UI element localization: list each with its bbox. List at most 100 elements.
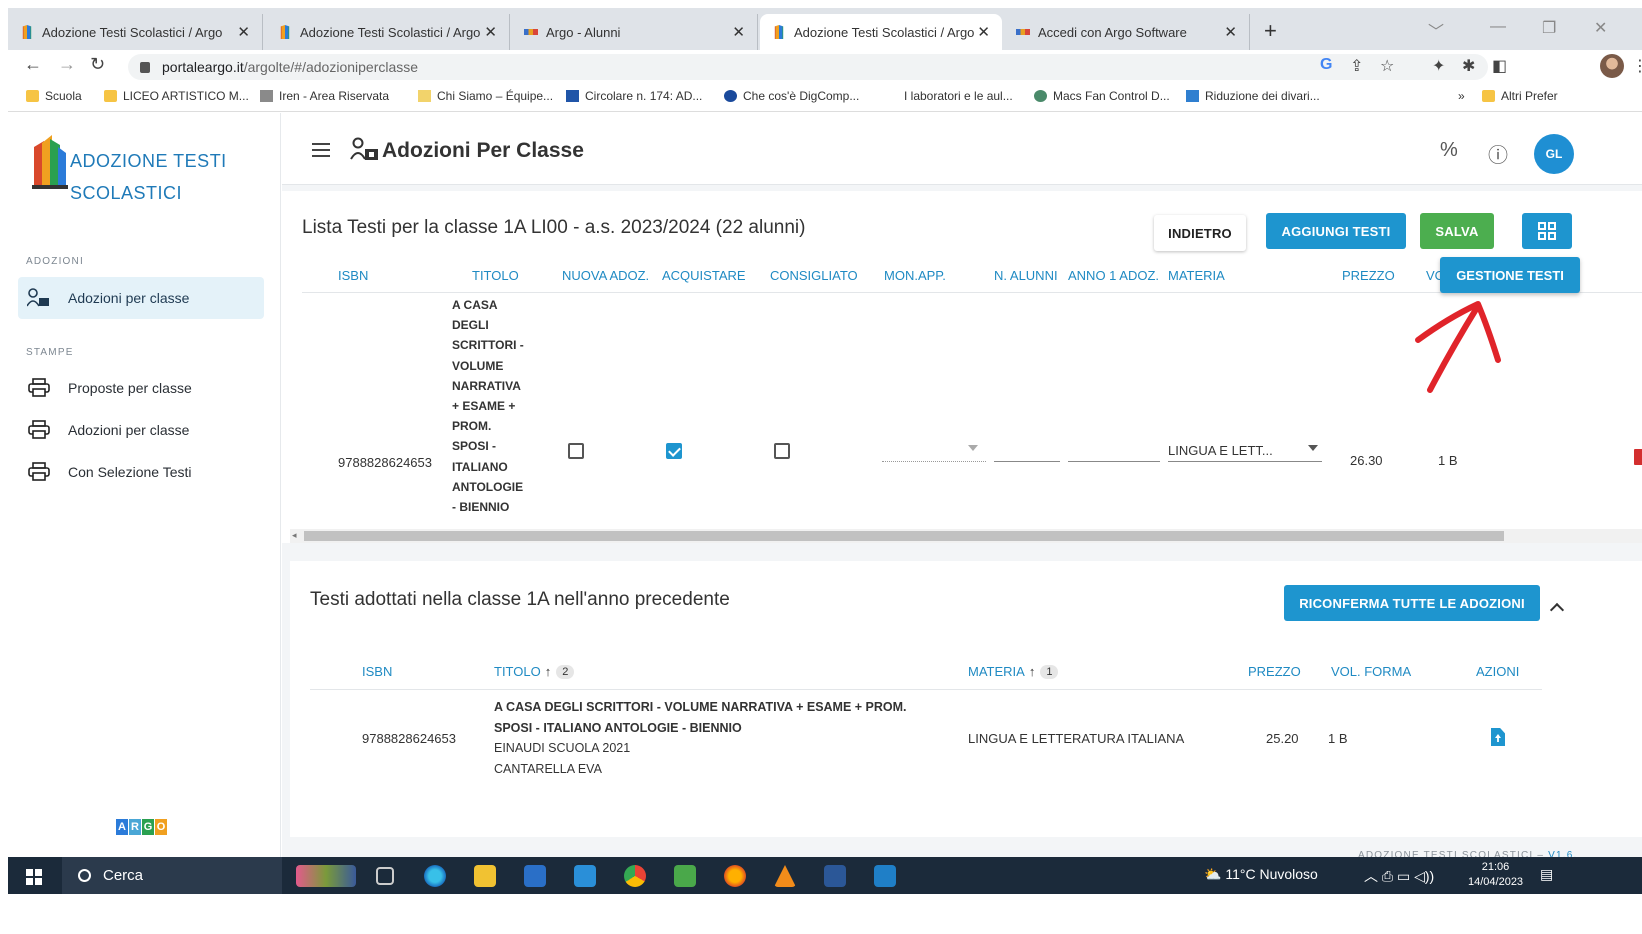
browser-tab-2[interactable]: Adozione Testi Scolastici / Argo ✕	[266, 14, 510, 50]
sidepanel-icon[interactable]: ◧	[1492, 56, 1507, 76]
menu-icon[interactable]	[312, 143, 330, 157]
browser-tab-1[interactable]: Adozione Testi Scolastici / Argo ✕	[8, 14, 263, 50]
edge-icon[interactable]	[424, 865, 446, 887]
close-tab-icon[interactable]: ✕	[1224, 23, 1237, 41]
col-anno-1-adoz[interactable]: ANNO 1 ADOZ.	[1068, 268, 1159, 283]
word-icon[interactable]	[824, 865, 846, 887]
percent-icon[interactable]: %	[1440, 139, 1458, 162]
col2-isbn[interactable]: ISBN	[362, 664, 392, 679]
puzzle-icon[interactable]: ✱	[1462, 56, 1475, 76]
bookmark-riduzione[interactable]: Riduzione dei divari...	[1186, 89, 1320, 103]
col-mon-app[interactable]: MON.APP.	[884, 268, 946, 283]
anno-adoz-input[interactable]	[1068, 461, 1160, 462]
maximize-icon[interactable]: ❐	[1542, 18, 1556, 38]
grid-view-button[interactable]	[1522, 213, 1572, 249]
app-icon[interactable]	[674, 865, 696, 887]
col2-materia[interactable]: MATERIA ↑ 1	[968, 664, 1059, 679]
riconferma-button[interactable]: RICONFERMA TUTTE LE ADOZIONI	[1284, 585, 1540, 621]
col-nuova-adoz[interactable]: NUOVA ADOZ.	[562, 268, 649, 283]
store-icon[interactable]	[524, 865, 546, 887]
taskbar-search[interactable]: Cerca	[62, 857, 282, 894]
task-view-icon[interactable]	[376, 867, 394, 885]
scrollbar-thumb[interactable]	[304, 531, 1504, 541]
reconfirm-document-icon[interactable]	[1491, 728, 1505, 746]
row-isbn: 9788828624653	[338, 455, 432, 470]
acquistare-checkbox[interactable]	[666, 443, 682, 459]
bookmark-circolare[interactable]: Circolare n. 174: AD...	[566, 89, 702, 103]
notification-icon[interactable]: ▤	[1540, 866, 1553, 883]
bookmark-chi-siamo[interactable]: Chi Siamo – Équipe...	[418, 89, 553, 103]
col-isbn[interactable]: ISBN	[338, 268, 368, 283]
extension-icon[interactable]: ✦	[1432, 56, 1445, 76]
col-consigliato[interactable]: CONSIGLIATO	[770, 268, 858, 283]
bookmark-liceo[interactable]: LICEO ARTISTICO M...	[104, 89, 249, 103]
firefox-icon[interactable]	[724, 865, 746, 887]
screenshot-frame: Adozione Testi Scolastici / Argo ✕ Adozi…	[8, 8, 1642, 934]
tray-icons[interactable]: ︿ ⎙ ▭ ◁))	[1364, 866, 1434, 886]
delete-icon[interactable]	[1634, 449, 1642, 465]
minimize-icon[interactable]: —	[1490, 18, 1506, 36]
browser-tab-5[interactable]: Accedi con Argo Software ✕	[1004, 14, 1250, 50]
aggiungi-testi-button[interactable]: AGGIUNGI TESTI	[1266, 213, 1406, 249]
col2-titolo[interactable]: TITOLO ↑ 2	[494, 664, 575, 679]
back-icon[interactable]: ←	[24, 54, 42, 75]
forward-icon[interactable]: →	[58, 54, 76, 75]
indietro-button[interactable]: INDIETRO	[1154, 215, 1246, 251]
browser-tab-active[interactable]: Adozione Testi Scolastici / Argo ✕	[760, 14, 1002, 50]
scroll-left-icon[interactable]: ◂	[292, 530, 297, 541]
windows-start-icon[interactable]	[26, 869, 42, 885]
taskbar-clock[interactable]: 21:06 14/04/2023	[1468, 860, 1523, 890]
materia-select-value[interactable]: LINGUA E LETT...	[1168, 443, 1273, 458]
close-window-icon[interactable]: ✕	[1594, 18, 1607, 38]
bookmarks-overflow[interactable]: »	[1458, 89, 1465, 103]
tab-search-icon[interactable]: ﹀	[1428, 18, 1444, 42]
bookmark-altri[interactable]: Altri Prefer	[1482, 89, 1558, 103]
n-alunni-input[interactable]	[994, 461, 1060, 462]
sidebar-item-proposte-per-classe[interactable]: Proposte per classe	[18, 367, 264, 409]
browser-tab-3[interactable]: Argo - Alunni ✕	[512, 14, 758, 50]
col2-vol-forma[interactable]: VOL. FORMA	[1331, 664, 1411, 679]
new-tab-icon[interactable]: +	[1264, 18, 1277, 44]
reload-icon[interactable]: ↻	[90, 54, 105, 75]
sidebar-item-con-selezione-testi[interactable]: Con Selezione Testi	[18, 451, 264, 493]
col-n-alunni[interactable]: N. ALUNNI	[994, 268, 1058, 283]
user-avatar[interactable]: GL	[1534, 134, 1574, 174]
google-icon[interactable]: G	[1320, 56, 1332, 74]
bookmark-digcomp[interactable]: Che cos'è DigComp...	[724, 89, 859, 103]
mon-app-select[interactable]	[882, 461, 986, 462]
bookmark-star-icon[interactable]: ☆	[1380, 56, 1394, 76]
nuova-adoz-checkbox[interactable]	[568, 443, 584, 459]
mail-icon[interactable]	[574, 865, 596, 887]
col-materia[interactable]: MATERIA	[1168, 268, 1225, 283]
bookmark-macs[interactable]: Macs Fan Control D...	[1034, 89, 1170, 103]
taskbar-widget-icon[interactable]	[296, 865, 356, 887]
salva-button[interactable]: SALVA	[1420, 213, 1494, 249]
vlc-icon[interactable]	[774, 865, 796, 887]
sidebar-item-stampa-adozioni-per-classe[interactable]: Adozioni per classe	[18, 409, 264, 451]
bookmark-iren[interactable]: Iren - Area Riservata	[260, 89, 389, 103]
bookmark-scuola[interactable]: Scuola	[26, 89, 82, 103]
collapse-icon[interactable]	[1549, 602, 1565, 618]
close-tab-icon[interactable]: ✕	[237, 23, 250, 41]
col2-prezzo[interactable]: PREZZO	[1248, 664, 1301, 679]
url-field[interactable]: portaleargo.it/argolte/#/adozioniperclas…	[128, 54, 1488, 80]
bookmark-laboratori[interactable]: I laboratori e le aul...	[904, 89, 1013, 103]
close-tab-icon[interactable]: ✕	[732, 23, 745, 41]
info-icon[interactable]: ⓘ	[1488, 139, 1508, 168]
photos-icon[interactable]	[874, 865, 896, 887]
materia-select[interactable]	[1168, 461, 1322, 462]
file-explorer-icon[interactable]	[474, 865, 496, 887]
col-acquistare[interactable]: ACQUISTARE	[662, 268, 746, 283]
chrome-icon[interactable]	[624, 865, 646, 887]
col-prezzo[interactable]: PREZZO	[1342, 268, 1395, 283]
close-tab-icon[interactable]: ✕	[977, 23, 990, 41]
col-titolo[interactable]: TITOLO	[472, 268, 519, 283]
browser-profile-avatar[interactable]	[1600, 54, 1624, 78]
browser-menu-icon[interactable]: ⋮	[1632, 56, 1642, 76]
horizontal-scrollbar[interactable]: ◂	[290, 529, 1642, 543]
sidebar-item-adozioni-per-classe[interactable]: Adozioni per classe	[18, 277, 264, 319]
close-tab-icon[interactable]: ✕	[484, 23, 497, 41]
consigliato-checkbox[interactable]	[774, 443, 790, 459]
weather-widget[interactable]: ⛅ 11°C Nuvoloso	[1204, 866, 1318, 883]
share-icon[interactable]: ⇪	[1350, 56, 1363, 76]
